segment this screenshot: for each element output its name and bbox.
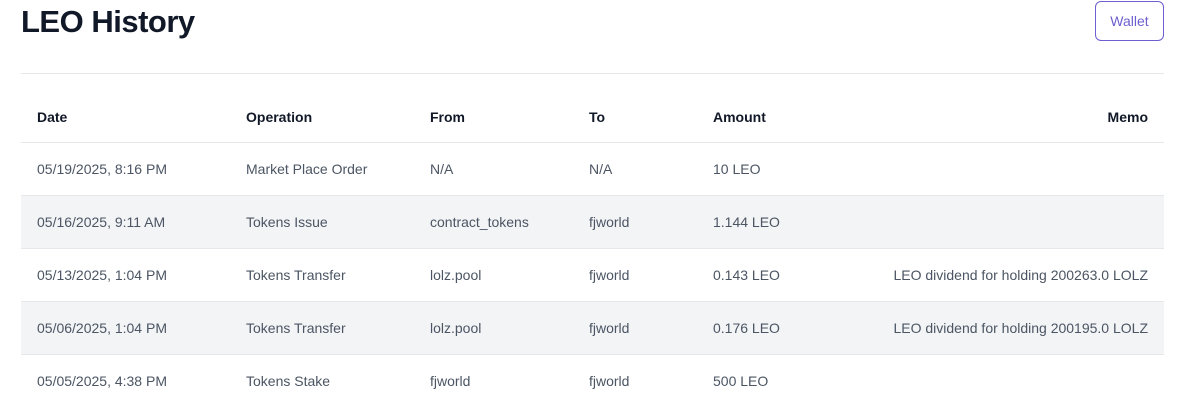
table-body: 05/19/2025, 8:16 PM Market Place Order N… [21, 142, 1164, 407]
column-header-amount: Amount [697, 92, 847, 143]
cell-amount: 0.143 LEO [697, 248, 847, 302]
cell-operation: Tokens Issue [230, 195, 414, 249]
cell-amount: 0.176 LEO [697, 301, 847, 355]
table-row: 05/06/2025, 1:04 PM Tokens Transfer lolz… [21, 301, 1164, 355]
column-header-memo: Memo [847, 92, 1164, 143]
history-table: Date Operation From To Amount Memo 05/19… [21, 92, 1164, 407]
cell-from: N/A [414, 142, 573, 196]
column-header-date: Date [21, 92, 230, 143]
cell-memo: LEO dividend for holding 200195.0 LOLZ [847, 301, 1164, 355]
table-row: 05/19/2025, 8:16 PM Market Place Order N… [21, 142, 1164, 196]
column-header-to: To [573, 92, 697, 143]
cell-from: contract_tokens [414, 195, 573, 249]
table-row: 05/13/2025, 1:04 PM Tokens Transfer lolz… [21, 248, 1164, 302]
cell-amount: 1.144 LEO [697, 195, 847, 249]
cell-memo [847, 354, 1164, 407]
cell-to: fjworld [589, 372, 630, 389]
wallet-button[interactable]: Wallet [1095, 1, 1164, 41]
table-row: 05/16/2025, 9:11 AM Tokens Issue contrac… [21, 195, 1164, 249]
cell-to: fjworld [573, 301, 697, 355]
cell-operation: Market Place Order [230, 142, 414, 196]
cell-to: fjworld [573, 195, 697, 249]
cell-to: N/A [573, 142, 697, 196]
cell-memo: LEO dividend for holding 200263.0 LOLZ [847, 248, 1164, 302]
cell-operation: Tokens Transfer [230, 301, 414, 355]
cell-memo [847, 195, 1164, 249]
cell-amount: 10 LEO [697, 142, 847, 196]
table-header-row: Date Operation From To Amount Memo [21, 92, 1164, 143]
cell-date: 05/19/2025, 8:16 PM [21, 142, 230, 196]
cell-amount: 500 LEO [713, 372, 769, 389]
page-title: LEO History [21, 4, 195, 39]
cell-from: lolz.pool [414, 301, 573, 355]
table-header: Date Operation From To Amount Memo [21, 92, 1164, 143]
column-header-from: From [414, 92, 573, 143]
cell-operation: Tokens Stake [246, 372, 331, 389]
cell-memo [847, 142, 1164, 196]
cell-date: 05/16/2025, 9:11 AM [21, 195, 230, 249]
page-header: LEO History Wallet [21, 0, 1164, 74]
cell-from: fjworld [430, 372, 471, 389]
column-header-operation: Operation [230, 92, 414, 143]
cell-date: 05/05/2025, 4:38 PM [37, 372, 167, 389]
cell-date: 05/13/2025, 1:04 PM [21, 248, 230, 302]
page-container: LEO History Wallet Date Operation From T… [21, 0, 1164, 389]
table-row: 05/05/2025, 4:38 PM Tokens Stake fjworld… [21, 354, 1164, 407]
cell-to: fjworld [573, 248, 697, 302]
cell-date: 05/06/2025, 1:04 PM [21, 301, 230, 355]
cell-from: lolz.pool [414, 248, 573, 302]
cell-operation: Tokens Transfer [230, 248, 414, 302]
